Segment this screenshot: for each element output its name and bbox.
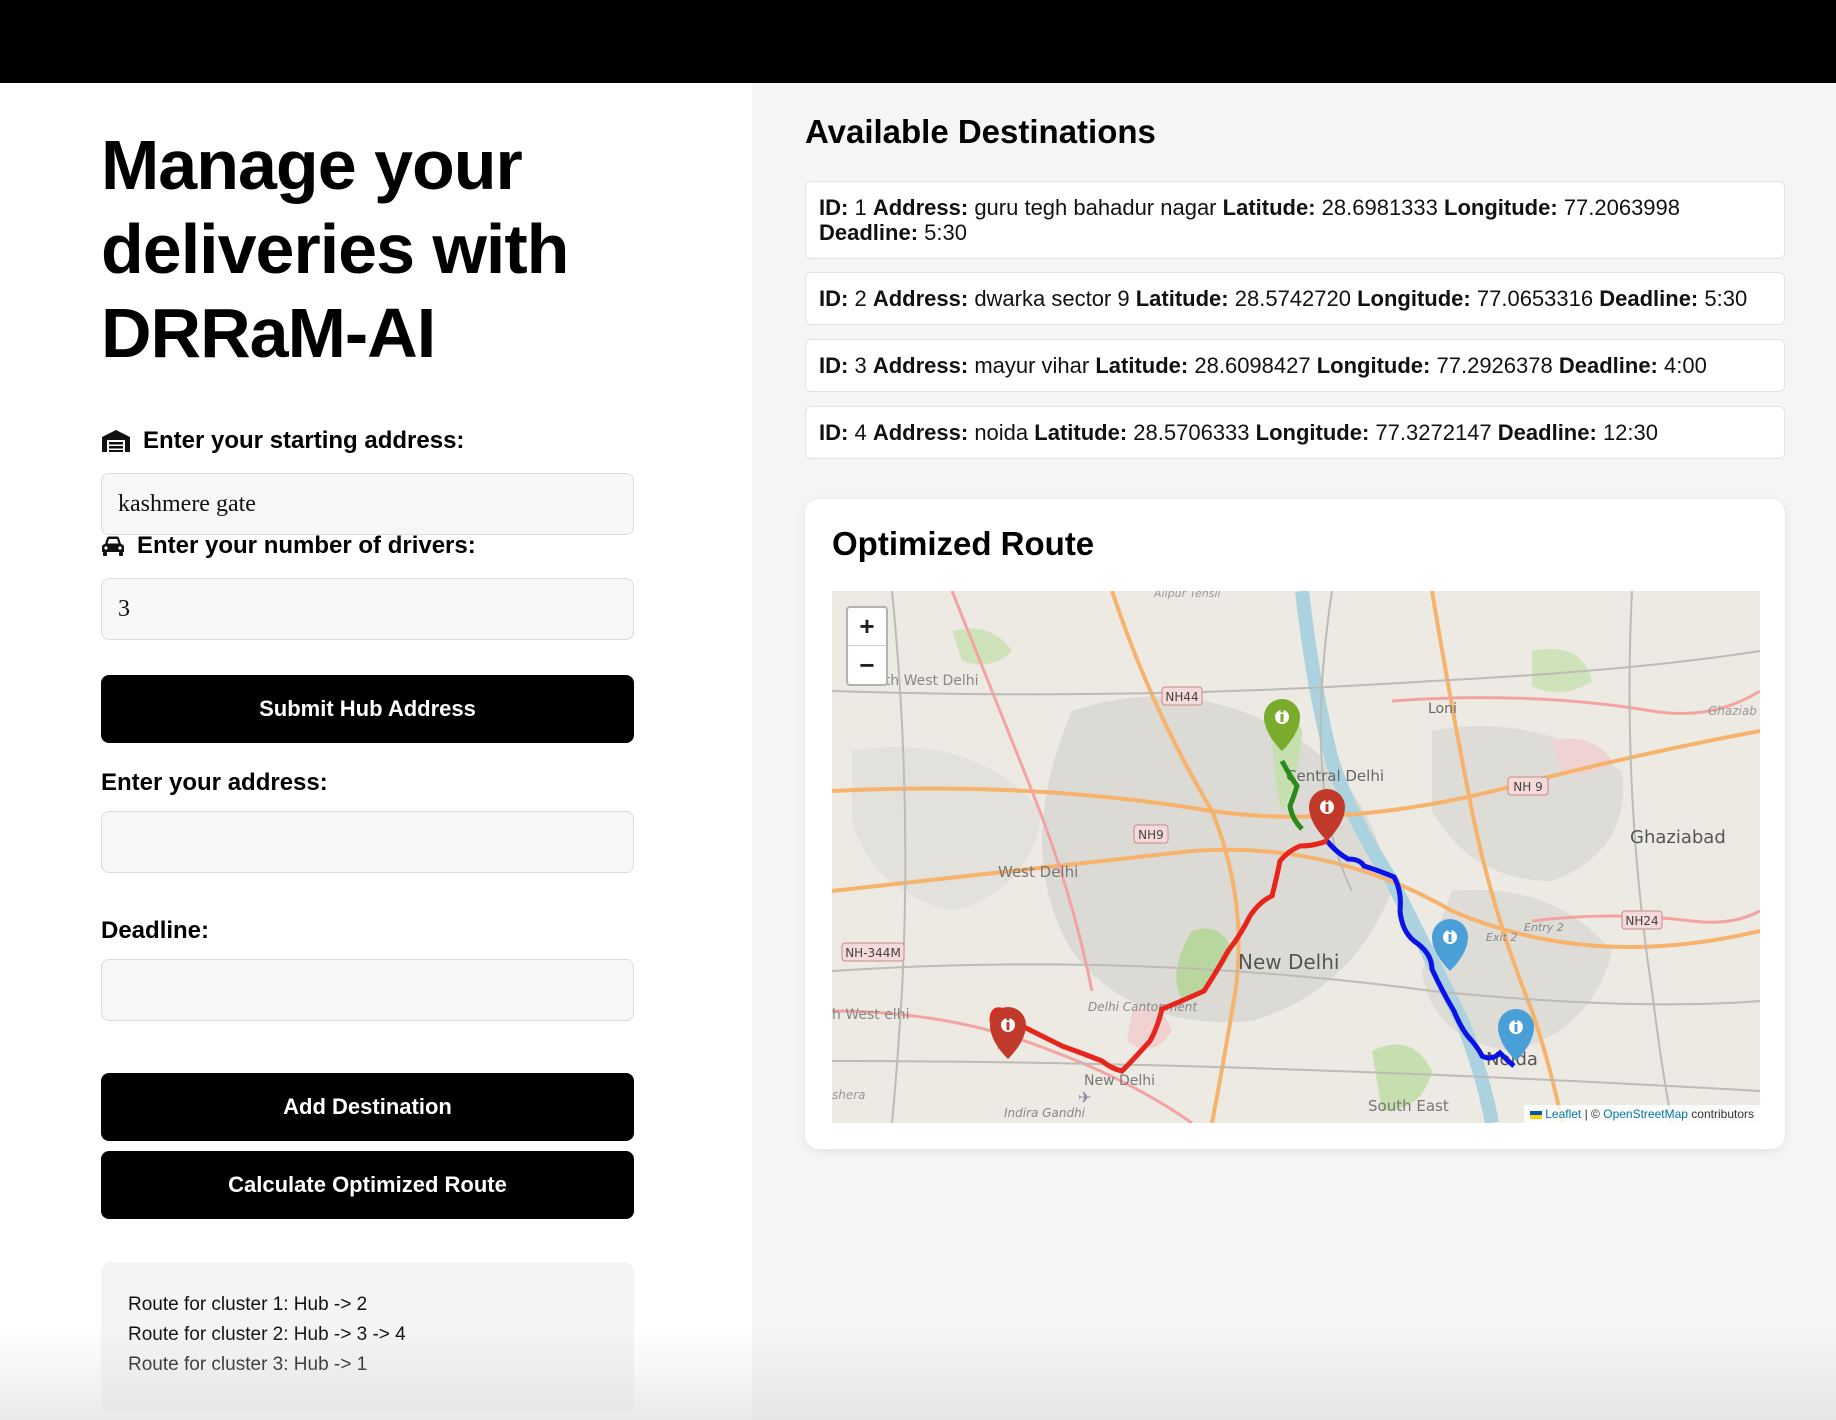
place-label: Exit 2 <box>1486 931 1517 944</box>
place-label: Loni <box>1428 701 1457 717</box>
svg-text:NH24: NH24 <box>1625 914 1658 928</box>
route-line: Route for cluster 1: Hub -> 2 <box>128 1294 368 1315</box>
destination-item: ID: 4 Address: noida Latitude: 28.570633… <box>805 406 1785 459</box>
zoom-in-button[interactable]: + <box>848 608 886 646</box>
road-label-nh344m: NH-344M <box>841 942 905 962</box>
destination-item: ID: 3 Address: mayur vihar Latitude: 28.… <box>805 339 1785 392</box>
zoom-out-button[interactable]: − <box>848 646 886 684</box>
destination-item: ID: 1 Address: guru tegh bahadur nagar L… <box>805 181 1785 259</box>
place-label: Entry 2 <box>1524 921 1564 934</box>
route-map[interactable]: NH44 NH9 NH 9 NH24 NH-344M Central Delhi… <box>832 591 1760 1123</box>
place-label: Ghaziabad <box>1630 827 1726 848</box>
osm-link[interactable]: OpenStreetMap <box>1603 1107 1688 1121</box>
calculate-route-button[interactable]: Calculate Optimized Route <box>101 1151 634 1219</box>
page-title: Manage your deliveries with DRRaM-AI <box>101 126 569 372</box>
place-label: Alipur Tehsil <box>1153 591 1221 600</box>
add-destination-button[interactable]: Add Destination <box>101 1073 634 1141</box>
place-label: h West elhi <box>832 1007 909 1023</box>
deadline-label: Deadline: <box>101 917 210 944</box>
place-label: Central Delhi <box>1286 767 1384 785</box>
drivers-label: Enter your number of drivers: <box>101 532 476 560</box>
road-label-nh44: NH44 <box>1161 686 1203 706</box>
road-label-nh9-east: NH 9 <box>1507 776 1549 796</box>
destination-item: ID: 2 Address: dwarka sector 9 Latitude:… <box>805 272 1785 325</box>
map-canvas[interactable]: NH44 NH9 NH 9 NH24 NH-344M Central Delhi… <box>832 591 1760 1123</box>
place-label: Indira Gandhi <box>1004 1106 1086 1120</box>
place-label: New Delhi <box>1084 1073 1155 1089</box>
destinations-title: Available Destinations <box>805 113 1156 150</box>
svg-text:NH44: NH44 <box>1165 690 1198 704</box>
warehouse-icon <box>102 430 130 452</box>
address-label: Enter your address: <box>101 769 328 796</box>
svg-text:NH9: NH9 <box>1138 828 1164 842</box>
zoom-control: + − <box>846 606 888 686</box>
submit-hub-button[interactable]: Submit Hub Address <box>101 675 634 743</box>
svg-text:NH 9: NH 9 <box>1513 780 1542 794</box>
road-label-nh9: NH9 <box>1133 824 1169 844</box>
route-line: Route for cluster 3: Hub -> 1 <box>128 1354 368 1375</box>
right-panel: Available Destinations ID: 1 Address: gu… <box>752 83 1836 1420</box>
place-label: Ghaziab <box>1708 704 1757 718</box>
leaflet-link[interactable]: Leaflet <box>1545 1107 1581 1121</box>
airport-icon: ✈ <box>1078 1088 1091 1107</box>
drivers-input[interactable]: 3 <box>101 578 634 640</box>
ukraine-flag-icon <box>1529 1110 1542 1119</box>
car-icon <box>102 536 124 556</box>
place-label: West Delhi <box>998 863 1078 881</box>
deadline-input[interactable] <box>101 959 634 1021</box>
svg-text:NH-344M: NH-344M <box>845 946 901 960</box>
map-attribution: Leaflet | © OpenStreetMap contributors <box>1523 1105 1760 1123</box>
place-label: shera <box>832 1088 866 1102</box>
road-label-nh24: NH24 <box>1621 910 1663 930</box>
place-label: New Delhi <box>1238 950 1339 974</box>
place-label: South East <box>1368 1097 1449 1115</box>
left-panel: Manage your deliveries with DRRaM-AI Ent… <box>0 83 752 1420</box>
route-line: Route for cluster 2: Hub -> 3 -> 4 <box>128 1324 406 1345</box>
starting-address-input[interactable]: kashmere gate <box>101 473 634 535</box>
route-results: Route for cluster 1: Hub -> 2 Route for … <box>101 1262 634 1412</box>
optimized-route-card: Optimized Route NH44 NH9 NH 9 NH24 NH-34… <box>805 499 1785 1149</box>
starting-address-label: Enter your starting address: <box>101 427 464 455</box>
top-bar <box>0 0 1836 83</box>
optimized-route-title: Optimized Route <box>832 525 1095 562</box>
address-input[interactable] <box>101 811 634 873</box>
